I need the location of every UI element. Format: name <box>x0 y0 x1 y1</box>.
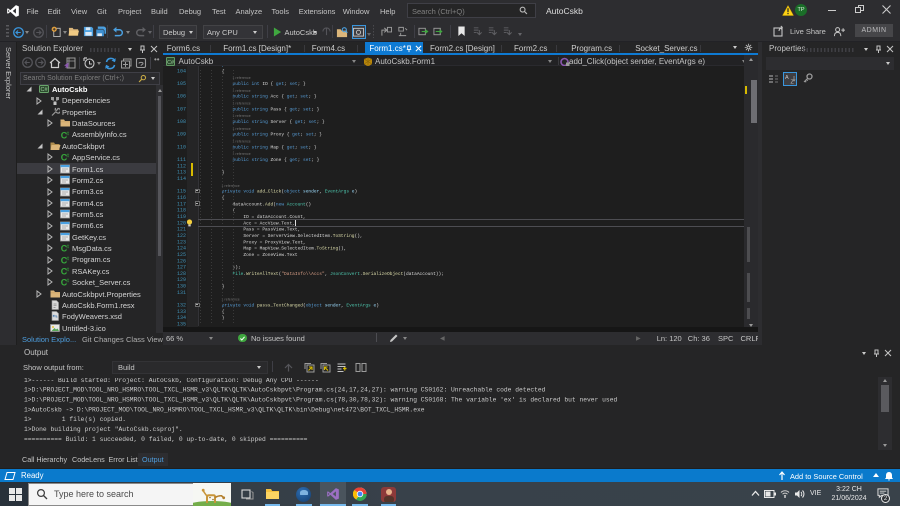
svg-text:A: A <box>785 75 789 81</box>
svg-text:#: # <box>66 256 69 262</box>
svg-text:C#: C# <box>167 59 174 65</box>
svg-text:#: # <box>66 245 69 251</box>
svg-text:C#: C# <box>40 87 48 93</box>
svg-text:#: # <box>66 268 69 274</box>
svg-text:#: # <box>66 131 69 137</box>
svg-text:#: # <box>66 279 69 285</box>
svg-text:#: # <box>66 154 69 160</box>
